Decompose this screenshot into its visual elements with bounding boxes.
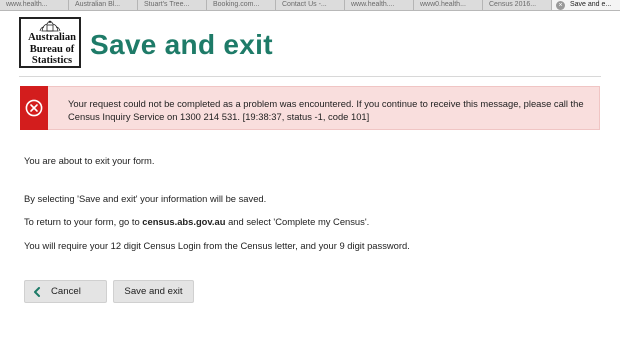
header-divider — [19, 76, 601, 77]
browser-tab[interactable]: Census 2016... — [483, 0, 552, 10]
tab-label: www0.health... — [420, 1, 466, 8]
logo-line: Bureau of — [29, 43, 75, 55]
browser-tab[interactable]: Australian Bl... — [69, 0, 138, 10]
logo-text: Australian Bureau of Statistics — [24, 32, 80, 67]
census-site-link: census.abs.gov.au — [142, 216, 226, 227]
return-instructions: To return to your form, go to census.abs… — [24, 216, 369, 227]
page-title: Save and exit — [90, 29, 273, 60]
return-prefix: To return to your form, go to — [24, 216, 143, 227]
logo-line: Statistics — [31, 55, 73, 66]
intro-text: You are about to exit your form. — [24, 155, 155, 166]
browser-tab-bar: www.health... Australian Bl... Stuart's … — [0, 0, 620, 11]
error-circle-x-icon — [25, 99, 43, 117]
browser-tab[interactable]: www.health.... — [345, 0, 414, 10]
browser-tab[interactable]: www.health... — [0, 0, 69, 10]
tab-label: Contact Us -... — [282, 1, 327, 8]
browser-tab[interactable]: www0.health... — [414, 0, 483, 10]
return-suffix: and select 'Complete my Census'. — [225, 216, 370, 227]
abs-logo[interactable]: Australian Bureau of Statistics — [19, 17, 81, 68]
tab-label: www.health.... — [351, 1, 395, 8]
logo-line: Australian — [28, 32, 76, 43]
browser-tab[interactable]: Stuart's Tree... — [138, 0, 207, 10]
browser-tab-active[interactable]: × Save and e... — [552, 0, 620, 10]
login-info-text: You will require your 12 digit Census Lo… — [24, 240, 410, 251]
cancel-button[interactable]: Cancel — [24, 280, 107, 303]
coat-of-arms-icon — [39, 20, 61, 32]
alert-icon-block — [20, 86, 48, 130]
tab-close-icon[interactable]: × — [556, 1, 565, 10]
tab-label: Census 2016... — [489, 1, 537, 8]
tab-label: Australian Bl... — [75, 1, 121, 8]
browser-tab[interactable]: Booking.com... — [207, 0, 276, 10]
alert-message: Your request could not be completed as a… — [68, 98, 584, 122]
cancel-button-label: Cancel — [51, 286, 81, 297]
tab-label: Save and e... — [570, 1, 612, 8]
browser-tab[interactable]: Contact Us -... — [276, 0, 345, 10]
tab-label: www.health... — [6, 1, 48, 8]
save-info-text: By selecting 'Save and exit' your inform… — [24, 193, 267, 204]
save-and-exit-button[interactable]: Save and exit — [113, 280, 194, 303]
tab-label: Booking.com... — [213, 1, 260, 8]
save-and-exit-button-label: Save and exit — [124, 286, 183, 297]
error-alert: Your request could not be completed as a… — [20, 86, 600, 130]
tab-label: Stuart's Tree... — [144, 1, 190, 8]
chevron-left-icon — [34, 287, 40, 297]
